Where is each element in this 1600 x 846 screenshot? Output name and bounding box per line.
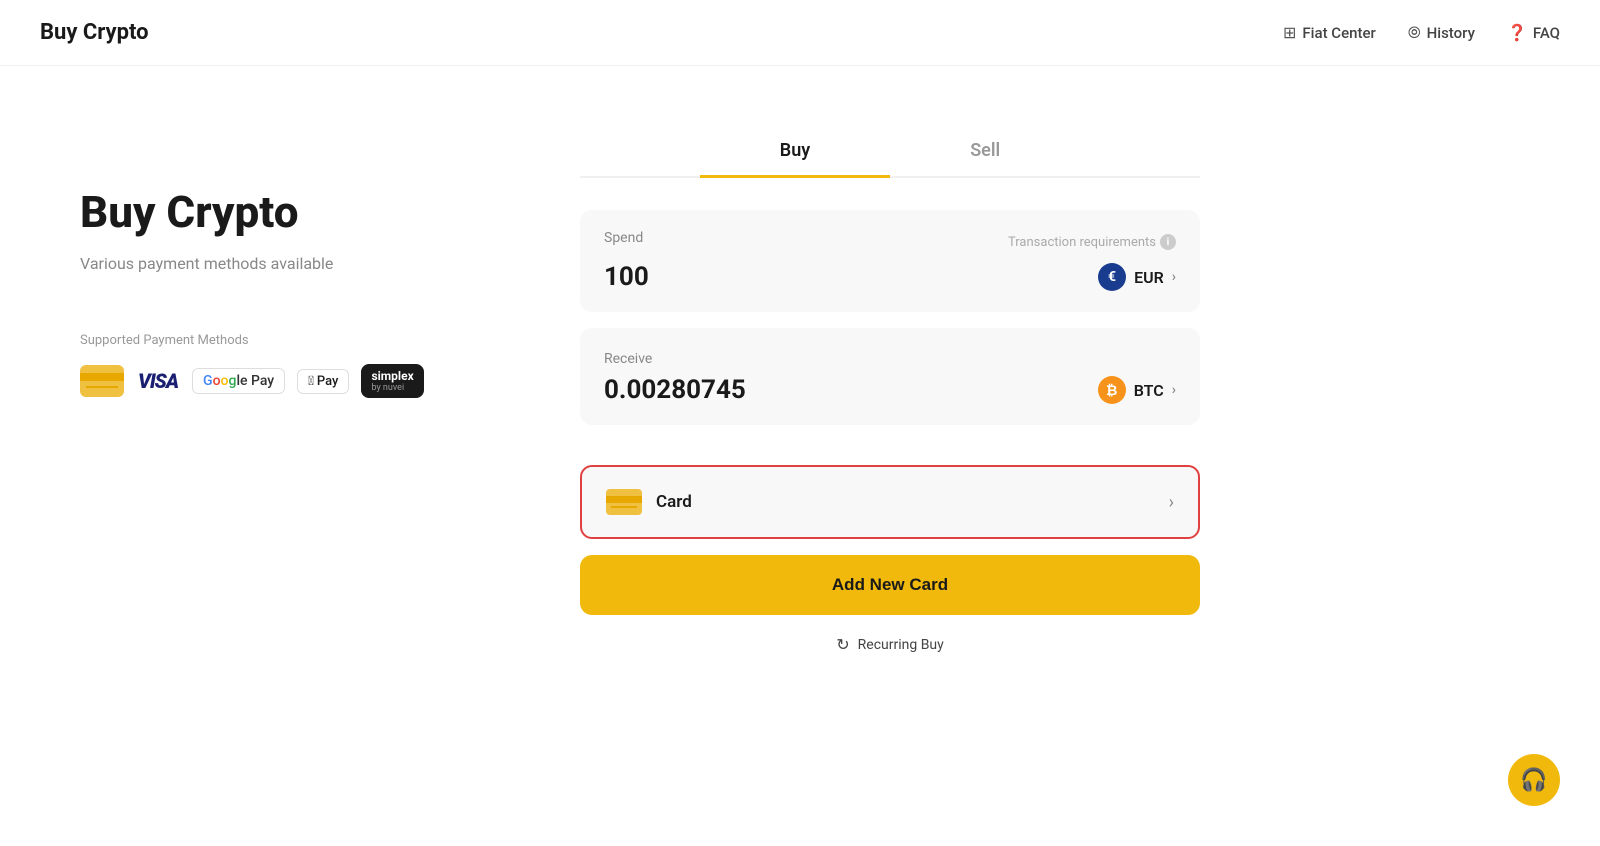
nav-faq[interactable]: ❓ FAQ	[1507, 23, 1560, 42]
payment-methods-label: Supported Payment Methods	[80, 333, 500, 348]
payment-icon-simplex: simplexby nuvei	[361, 364, 423, 398]
page-title: Buy Crypto	[40, 20, 149, 45]
add-new-card-button[interactable]: Add New Card	[580, 555, 1200, 615]
card-select-label: Card	[656, 492, 692, 512]
history-icon: ⦾	[1408, 23, 1421, 43]
spend-label: Spend	[604, 230, 643, 246]
tabs: Buy Sell	[580, 126, 1200, 178]
card-icon-small	[80, 365, 124, 397]
spend-currency-code: EUR	[1134, 268, 1164, 287]
nav-history[interactable]: ⦾ History	[1408, 23, 1475, 43]
receive-box: Receive 0.00280745 ₿ BTC ›	[580, 328, 1200, 425]
simplex-logo: simplexby nuvei	[361, 364, 423, 398]
btc-icon: ₿	[1098, 376, 1126, 404]
spend-box: Spend Transaction requirements i 100 € E…	[580, 210, 1200, 312]
payment-icon-gpay: Google Pay	[192, 368, 285, 394]
header: Buy Crypto ⊞ Fiat Center ⦾ History ❓ FAQ	[0, 0, 1600, 66]
tab-buy[interactable]: Buy	[700, 126, 890, 178]
nav-faq-label: FAQ	[1533, 24, 1560, 42]
payment-icons-row: VISA Google Pay  Pay simplexby nuvei	[80, 364, 500, 398]
gpay-logo: Google Pay	[192, 368, 285, 394]
headphones-icon: 🎧	[1520, 768, 1547, 793]
spend-value: 100	[604, 262, 649, 292]
card-select-left: Card	[606, 489, 692, 515]
receive-currency-chevron: ›	[1172, 382, 1176, 398]
recurring-buy-label: Recurring Buy	[858, 637, 944, 653]
fiat-center-icon: ⊞	[1283, 23, 1296, 42]
receive-value: 0.00280745	[604, 375, 746, 405]
visa-logo: VISA	[136, 365, 180, 397]
eur-icon: €	[1098, 263, 1126, 291]
nav-history-label: History	[1427, 24, 1475, 42]
spend-currency-chevron: ›	[1172, 269, 1176, 285]
card-selection-item[interactable]: Card ›	[580, 465, 1200, 539]
receive-currency-selector[interactable]: ₿ BTC ›	[1098, 376, 1176, 404]
applepay-logo:  Pay	[297, 369, 349, 394]
receive-currency-code: BTC	[1134, 381, 1164, 400]
main-content: Buy Crypto Various payment methods avail…	[0, 66, 1600, 714]
support-chat-button[interactable]: 🎧	[1508, 754, 1560, 806]
tab-sell[interactable]: Sell	[890, 126, 1080, 178]
right-panel: Buy Sell Spend Transaction requirements …	[580, 126, 1200, 654]
header-nav: ⊞ Fiat Center ⦾ History ❓ FAQ	[1283, 23, 1560, 43]
apple-icon: 	[308, 374, 314, 389]
payment-icon-applepay:  Pay	[297, 369, 349, 394]
card-select-chevron: ›	[1169, 492, 1174, 513]
faq-icon: ❓	[1507, 23, 1527, 42]
recurring-buy-link[interactable]: ↻ Recurring Buy	[580, 635, 1200, 654]
recurring-icon: ↻	[836, 635, 849, 654]
nav-fiat-center-label: Fiat Center	[1302, 24, 1375, 42]
left-subtitle: Various payment methods available	[80, 254, 500, 273]
transaction-requirements: Transaction requirements i	[1008, 234, 1176, 250]
card-select-icon	[606, 489, 642, 515]
nav-fiat-center[interactable]: ⊞ Fiat Center	[1283, 23, 1376, 42]
payment-icon-card	[80, 365, 124, 397]
left-heading: Buy Crypto	[80, 186, 500, 238]
receive-label: Receive	[604, 351, 652, 367]
left-panel: Buy Crypto Various payment methods avail…	[80, 126, 500, 654]
info-icon[interactable]: i	[1160, 234, 1176, 250]
spend-currency-selector[interactable]: € EUR ›	[1098, 263, 1176, 291]
payment-icon-visa: VISA	[136, 365, 180, 397]
